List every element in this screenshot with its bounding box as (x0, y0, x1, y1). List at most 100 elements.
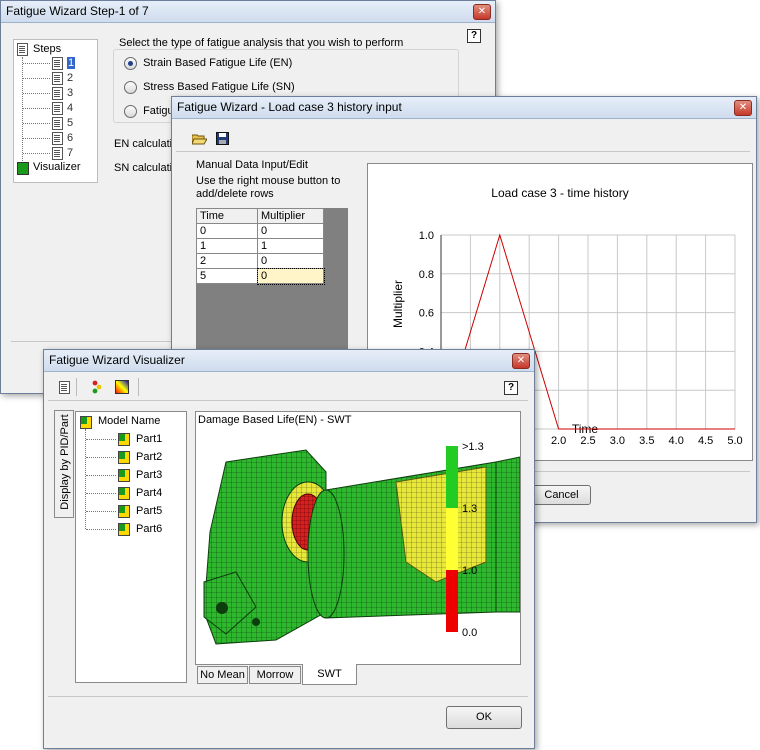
open-folder-icon[interactable] (191, 133, 208, 145)
visualizer-close-button[interactable]: ✕ (512, 353, 530, 369)
col-header-multiplier[interactable]: Multiplier (257, 208, 324, 224)
cell-time[interactable]: 1 (196, 238, 258, 254)
step-item-3[interactable]: 3 (67, 87, 73, 99)
chart-x-tick-label: 3.0 (610, 435, 625, 447)
step-item-1[interactable]: 1 (67, 57, 76, 69)
chart-y-tick-label: 0.6 (419, 308, 434, 320)
cell-time[interactable]: 5 (196, 268, 258, 284)
help-icon[interactable]: ? (467, 29, 481, 43)
part-icon (118, 487, 130, 500)
manual-group-label: Manual Data Input/Edit (196, 159, 308, 171)
step-item-4[interactable]: 4 (67, 102, 73, 114)
option-sn[interactable]: Stress Based Fatigue Life (SN) (124, 81, 295, 97)
visualizer-title: Fatigue Wizard Visualizer (49, 353, 185, 367)
part-item-4[interactable]: Part4 (136, 487, 162, 499)
chart-x-tick-label: 2.5 (580, 435, 595, 447)
chart-y-label: Multiplier (391, 280, 405, 328)
cell-multiplier[interactable]: 1 (257, 238, 324, 254)
tab-morrow[interactable]: Morrow (249, 666, 301, 684)
tab-no-mean[interactable]: No Mean (197, 666, 248, 684)
visualizer-titlebar[interactable]: Fatigue Wizard Visualizer ✕ (44, 350, 534, 372)
visualizer-window: Fatigue Wizard Visualizer ✕ ? Display by… (43, 349, 535, 749)
ok-button-label: OK (476, 711, 492, 723)
damage-plot-panel: Damage Based Life(EN) - SWT >1.3 1.3 1.0 0.… (195, 411, 521, 665)
option-sn-label: Stress Based Fatigue Life (SN) (143, 81, 295, 93)
step-window-title: Fatigue Wizard Step-1 of 7 (6, 4, 149, 18)
visualizer-help-icon[interactable]: ? (504, 381, 518, 395)
traffic-light-icon[interactable] (91, 380, 103, 394)
steps-root-icon (17, 43, 28, 56)
tab-morrow-label: Morrow (256, 669, 294, 681)
cell-multiplier[interactable]: 0 (257, 253, 324, 269)
option-en-label: Strain Based Fatigue Life (EN) (143, 57, 293, 69)
legend-color-2 (446, 570, 458, 632)
step-doc-icon (52, 132, 63, 145)
cell-multiplier[interactable]: 0 (257, 223, 324, 239)
chart-title: Load case 3 - time history (491, 186, 628, 200)
step-item-7[interactable]: 7 (67, 147, 73, 159)
step-doc-icon (52, 102, 63, 115)
tab-swt-label: SWT (317, 668, 342, 680)
ok-button[interactable]: OK (446, 706, 522, 729)
visualizer-label[interactable]: Visualizer (33, 161, 81, 173)
chart-y-tick-label: 0.8 (419, 269, 434, 281)
step-window-titlebar[interactable]: Fatigue Wizard Step-1 of 7 ✕ (1, 1, 495, 23)
part-icon (118, 451, 130, 464)
part-item-5[interactable]: Part5 (136, 505, 162, 517)
legend-label: 1.0 (462, 565, 477, 577)
chart-x-tick-label: 5.0 (727, 435, 742, 447)
table-row: 0 0 (196, 223, 324, 239)
legend-label: 1.3 (462, 503, 477, 515)
cell-time[interactable]: 2 (196, 253, 258, 269)
sn-calculation-label: SN calculati (114, 162, 173, 174)
visualizer-toolbar-divider (48, 400, 528, 401)
option-en[interactable]: Strain Based Fatigue Life (EN) (124, 57, 292, 73)
tab-swt[interactable]: SWT (302, 664, 357, 685)
tab-no-mean-label: No Mean (200, 669, 245, 681)
cancel-button-label: Cancel (544, 489, 579, 501)
col-header-time[interactable]: Time (196, 208, 258, 224)
cell-time[interactable]: 0 (196, 223, 258, 239)
step-item-6[interactable]: 6 (67, 132, 73, 144)
step-doc-icon (52, 147, 63, 160)
chart-x-tick-label: 4.0 (669, 435, 684, 447)
step-window-close-button[interactable]: ✕ (473, 4, 491, 20)
model-name-label[interactable]: Model Name (98, 415, 160, 427)
chart-x-tick-label: 2.0 (551, 435, 566, 447)
chart-x-tick-label: 4.5 (698, 435, 713, 447)
color-map-icon[interactable] (115, 380, 129, 394)
chart-y-tick-label: 1.0 (419, 230, 434, 242)
display-by-pid-tab[interactable]: Display by PID/Part (54, 410, 74, 518)
toolbar-divider (76, 378, 77, 396)
save-icon[interactable] (216, 132, 229, 145)
option-en-radio[interactable] (124, 57, 137, 70)
steps-tree: Steps 1 2 3 4 5 6 7 Visualizer (13, 39, 98, 183)
multiplier-table: Time Multiplier 0 0 1 1 2 0 5 0 (196, 208, 325, 285)
visualizer-icon (17, 162, 29, 175)
part-item-6[interactable]: Part6 (136, 523, 162, 535)
load-case-close-button[interactable]: ✕ (734, 100, 752, 116)
legend-label: >1.3 (462, 441, 484, 453)
step-item-5[interactable]: 5 (67, 117, 73, 129)
part-item-1[interactable]: Part1 (136, 433, 162, 445)
table-row: 1 1 (196, 238, 324, 254)
option-sn-radio[interactable] (124, 81, 137, 94)
en-calculation-label: EN calculati (114, 138, 173, 150)
display-by-pid-label: Display by PID/Part (59, 414, 71, 510)
analysis-prompt: Select the type of fatigue analysis that… (119, 37, 404, 49)
cancel-button[interactable]: Cancel (532, 485, 591, 505)
load-case-titlebar[interactable]: Fatigue Wizard - Load case 3 history inp… (172, 97, 756, 119)
manual-instruction: Use the right mouse button to add/delete… (196, 175, 341, 200)
legend-color-1 (446, 508, 458, 570)
toolbar-divider-2 (138, 378, 139, 396)
step-doc-icon (52, 87, 63, 100)
step-item-2[interactable]: 2 (67, 72, 73, 84)
part-item-2[interactable]: Part2 (136, 451, 162, 463)
document-icon[interactable] (59, 381, 70, 394)
cell-multiplier-selected[interactable]: 0 (256, 267, 325, 285)
part-item-3[interactable]: Part3 (136, 469, 162, 481)
part-icon (118, 523, 130, 536)
option-fatigue-radio[interactable] (124, 105, 137, 118)
steps-root-label[interactable]: Steps (33, 43, 61, 55)
step-doc-icon (52, 72, 63, 85)
